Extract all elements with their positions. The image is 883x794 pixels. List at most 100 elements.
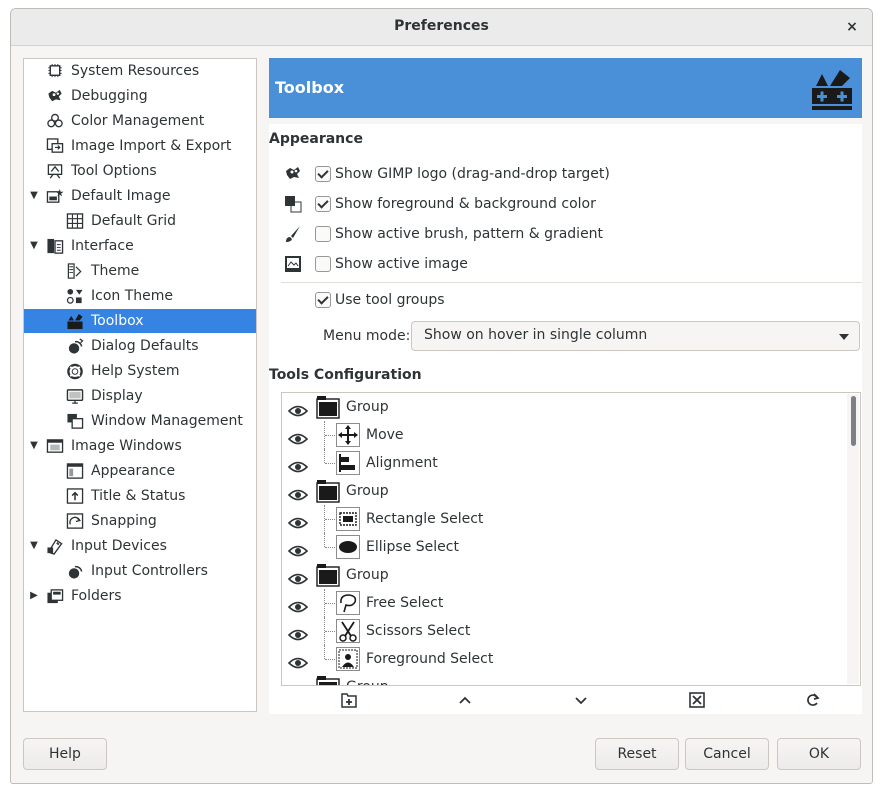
folder-icon bbox=[316, 676, 340, 685]
raise-button[interactable] bbox=[455, 691, 475, 711]
sidebar-item-theme[interactable]: Theme bbox=[24, 259, 256, 283]
appearance-option[interactable]: Show foreground & background color bbox=[269, 194, 769, 214]
tree-line bbox=[325, 631, 335, 632]
sidebar-item-default-grid[interactable]: Default Grid bbox=[24, 209, 256, 233]
ok-button[interactable]: OK bbox=[777, 738, 861, 770]
sidebar-item-title-status[interactable]: Title & Status bbox=[24, 484, 256, 508]
option-checkbox[interactable] bbox=[315, 256, 331, 272]
sidebar-item-label: Image Import & Export bbox=[71, 138, 232, 154]
chevron-down-icon bbox=[575, 697, 587, 705]
visibility-eye-icon[interactable] bbox=[287, 596, 309, 613]
appearance-option[interactable]: Show active image bbox=[269, 254, 769, 274]
sidebar-item-image-import-export[interactable]: Image Import & Export bbox=[24, 134, 256, 158]
tool-row[interactable]: Scissors Select bbox=[282, 617, 848, 645]
option-checkbox[interactable] bbox=[315, 166, 331, 182]
visibility-eye-icon[interactable] bbox=[287, 568, 309, 585]
sidebar-item-window-management[interactable]: Window Management bbox=[24, 409, 256, 433]
menu-mode-combo[interactable]: Show on hover in single column bbox=[411, 321, 860, 351]
sidebar-item-input-devices[interactable]: ▼ Input Devices bbox=[24, 534, 256, 558]
visibility-eye-icon[interactable] bbox=[287, 456, 309, 473]
use-tool-groups-option[interactable]: Use tool groups bbox=[269, 290, 669, 310]
use-tool-groups-checkbox[interactable] bbox=[315, 292, 331, 308]
sidebar-item-tool-options[interactable]: Tool Options bbox=[24, 159, 256, 183]
appearance-option[interactable]: Show GIMP logo (drag-and-drop target) bbox=[269, 164, 769, 184]
appearance-option[interactable]: Show active brush, pattern & gradient bbox=[269, 224, 769, 244]
delete-button[interactable] bbox=[687, 691, 707, 711]
tool-label: Group bbox=[346, 673, 389, 685]
help-button[interactable]: Help bbox=[23, 738, 107, 770]
scrollbar-thumb[interactable] bbox=[851, 396, 856, 446]
visibility-eye-icon[interactable] bbox=[287, 512, 309, 529]
sidebar-item-icon-theme[interactable]: Icon Theme bbox=[24, 284, 256, 308]
tool-row[interactable]: Ellipse Select bbox=[282, 533, 848, 561]
menu-mode-value: Show on hover in single column bbox=[424, 327, 648, 343]
tool-row[interactable]: Move bbox=[282, 421, 848, 449]
sidebar-item-display[interactable]: Display bbox=[24, 384, 256, 408]
tool-group-row[interactable]: Group bbox=[282, 561, 848, 589]
expander-expanded-icon[interactable]: ▼ bbox=[28, 184, 40, 208]
visibility-eye-icon[interactable] bbox=[287, 428, 309, 445]
visibility-eye-icon[interactable] bbox=[287, 540, 309, 557]
fg-bg-color-icon-wrap bbox=[283, 195, 303, 213]
expander-expanded-icon[interactable]: ▼ bbox=[28, 534, 40, 558]
new-group-button[interactable] bbox=[339, 691, 359, 711]
close-button[interactable]: × bbox=[842, 17, 862, 37]
chip-icon bbox=[48, 63, 62, 78]
tool-row[interactable]: Free Select bbox=[282, 589, 848, 617]
tool-group-row[interactable]: Group bbox=[282, 393, 848, 421]
cancel-button[interactable]: Cancel bbox=[685, 738, 769, 770]
visibility-eye-icon[interactable] bbox=[288, 680, 308, 685]
option-checkbox[interactable] bbox=[315, 226, 331, 242]
separator bbox=[281, 282, 862, 283]
option-checkbox[interactable] bbox=[315, 196, 331, 212]
sidebar-item-snapping[interactable]: Snapping bbox=[24, 509, 256, 533]
folders-icon bbox=[47, 589, 64, 604]
sidebar-item-system-resources[interactable]: System Resources bbox=[24, 59, 256, 83]
visibility-eye-icon[interactable] bbox=[287, 652, 309, 669]
chevron-down-icon bbox=[839, 334, 849, 340]
expander-collapsed-icon[interactable]: ▶ bbox=[28, 584, 40, 608]
sidebar-item-label: Default Image bbox=[71, 188, 171, 204]
option-label: Show foreground & background color bbox=[335, 196, 596, 212]
sidebar-item-default-image[interactable]: ▼ Default Image bbox=[24, 184, 256, 208]
image-windows-icon bbox=[46, 439, 64, 453]
sidebar-item-label: System Resources bbox=[71, 63, 200, 79]
folder-icon bbox=[316, 396, 340, 419]
visibility-eye-icon[interactable] bbox=[287, 624, 309, 641]
tree-line bbox=[325, 435, 335, 436]
sidebar-item-image-windows[interactable]: ▼ Image Windows bbox=[24, 434, 256, 458]
wilber-icon bbox=[48, 89, 62, 102]
reset-button[interactable]: Reset bbox=[595, 738, 679, 770]
tool-row[interactable]: Foreground Select bbox=[282, 645, 848, 673]
tool-row[interactable]: Alignment bbox=[282, 449, 848, 477]
sidebar-item-appearance[interactable]: Appearance bbox=[24, 459, 256, 483]
page-title: Toolbox bbox=[275, 78, 345, 97]
title-status-icon bbox=[66, 488, 84, 504]
sidebar-item-label: Input Devices bbox=[71, 538, 167, 554]
visibility-eye-icon[interactable] bbox=[287, 484, 309, 501]
expander-expanded-icon[interactable]: ▼ bbox=[28, 234, 40, 258]
tool-group-row[interactable]: Group bbox=[282, 673, 848, 685]
sidebar-item-input-controllers[interactable]: Input Controllers bbox=[24, 559, 256, 583]
sidebar-item-help-system[interactable]: Help System bbox=[24, 359, 256, 383]
tools-list[interactable]: Group Move Alignment Group Rectangle Select E… bbox=[281, 392, 861, 686]
sidebar-item-folders[interactable]: ▶ Folders bbox=[24, 584, 256, 608]
tool-label: Scissors Select bbox=[366, 623, 471, 639]
tool-row[interactable]: Rectangle Select bbox=[282, 505, 848, 533]
sidebar-item-dialog-defaults[interactable]: Dialog Defaults bbox=[24, 334, 256, 358]
sidebar-item-label: Theme bbox=[91, 263, 140, 279]
expander-expanded-icon[interactable]: ▼ bbox=[28, 434, 40, 458]
lower-button[interactable] bbox=[571, 691, 591, 711]
category-tree: System Resources Debugging Color Managemen… bbox=[23, 58, 257, 712]
tree-line bbox=[325, 463, 335, 464]
tool-group-row[interactable]: Group bbox=[282, 477, 848, 505]
sidebar-item-interface[interactable]: ▼ Interface bbox=[24, 234, 256, 258]
visibility-eye-icon[interactable] bbox=[287, 400, 309, 417]
reset-tools-button[interactable] bbox=[803, 691, 823, 711]
scrollbar[interactable] bbox=[847, 394, 859, 684]
active-image-icon-wrap bbox=[283, 255, 303, 273]
sidebar-item-toolbox[interactable]: Toolbox bbox=[24, 309, 256, 333]
sidebar-item-debugging[interactable]: Debugging bbox=[24, 84, 256, 108]
sidebar-item-color-management[interactable]: Color Management bbox=[24, 109, 256, 133]
appearance-section-label: Appearance bbox=[269, 131, 363, 147]
